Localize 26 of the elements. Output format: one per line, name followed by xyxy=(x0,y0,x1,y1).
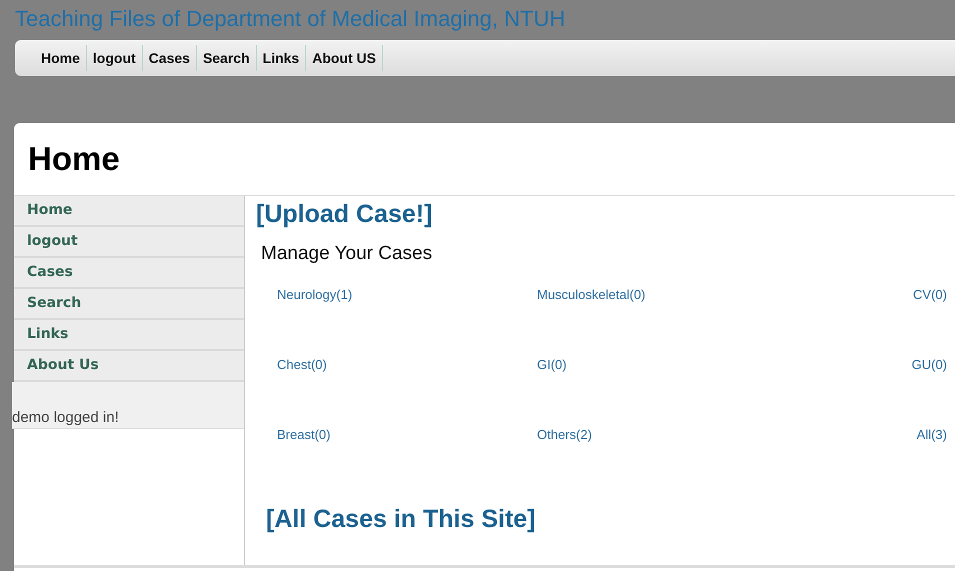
category-link[interactable]: GU(0) xyxy=(912,357,947,427)
category-link[interactable]: CV(0) xyxy=(912,287,947,357)
nav-link[interactable]: Links xyxy=(256,45,306,71)
category-link[interactable]: Others(2) xyxy=(537,427,912,497)
nav-link[interactable]: Search xyxy=(196,45,257,71)
sidebar-item[interactable]: Home xyxy=(14,196,244,227)
nav-link[interactable]: logout xyxy=(86,45,143,71)
upload-case-link[interactable]: [Upload Case!] xyxy=(256,200,955,229)
sidebar-item[interactable]: Search xyxy=(14,289,244,320)
nav-link[interactable]: Home xyxy=(35,45,87,71)
all-cases-link[interactable]: [All Cases in This Site] xyxy=(266,505,955,534)
category-link[interactable]: Musculoskeletal(0) xyxy=(537,287,912,357)
sidebar-item[interactable]: Cases xyxy=(14,258,244,289)
login-status: demo logged in! xyxy=(12,382,244,429)
nav-link[interactable]: About US xyxy=(306,45,383,71)
sidebar-item[interactable]: About Us xyxy=(14,351,244,382)
category-link[interactable]: GI(0) xyxy=(537,357,912,427)
category-link[interactable]: Chest(0) xyxy=(277,357,537,427)
sidebar-item[interactable]: Links xyxy=(14,320,244,351)
category-link[interactable]: Breast(0) xyxy=(277,427,537,497)
section-title: Manage Your Cases xyxy=(261,243,434,265)
site-title: Teaching Files of Department of Medical Imaging, NTUH xyxy=(14,5,566,33)
sidebar-item[interactable]: logout xyxy=(14,227,244,258)
nav-link[interactable]: Cases xyxy=(142,45,197,71)
category-link[interactable]: All(3) xyxy=(912,427,947,497)
category-link[interactable]: Neurology(1) xyxy=(277,287,537,357)
